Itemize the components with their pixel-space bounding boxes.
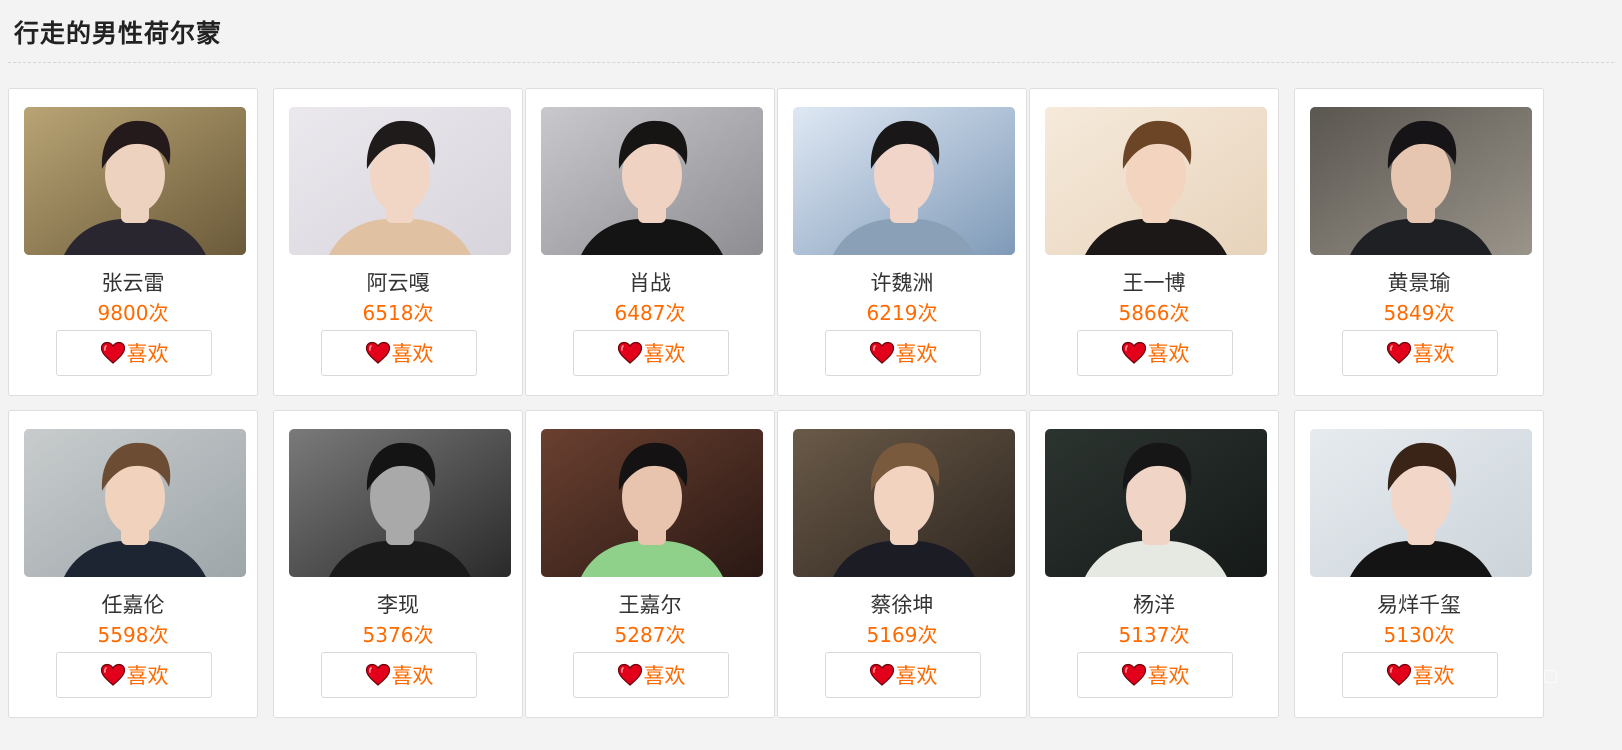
like-label: 喜欢 bbox=[1412, 664, 1455, 688]
portrait-photo[interactable] bbox=[541, 429, 763, 577]
portrait-photo[interactable] bbox=[1310, 429, 1532, 577]
celebrity-grid: 张云雷 9800次 喜欢 阿云嘎 6518次 喜欢 肖战 6487次 喜欢 许魏洲 6219次 喜欢王… bbox=[8, 88, 1596, 750]
like-label: 喜欢 bbox=[391, 342, 434, 366]
celebrity-name: 许魏洲 bbox=[870, 271, 934, 295]
like-label: 喜欢 bbox=[391, 664, 434, 688]
heart-icon bbox=[1121, 341, 1147, 365]
like-count: 5287次 bbox=[614, 623, 686, 647]
celebrity-card: 杨洋 5137次喜欢 bbox=[1029, 410, 1279, 718]
like-label: 喜欢 bbox=[1412, 342, 1455, 366]
title-divider bbox=[8, 62, 1614, 63]
celebrity-name: 阿云嘎 bbox=[366, 271, 430, 295]
celebrity-name: 肖战 bbox=[629, 271, 671, 295]
like-count: 5598次 bbox=[97, 623, 169, 647]
celebrity-card: 许魏洲 6219次喜欢 bbox=[777, 88, 1027, 396]
watermark: ◎ ▢ ▢ ▢ ▢ bbox=[1458, 666, 1559, 686]
like-button[interactable]: 喜欢 bbox=[1077, 330, 1233, 376]
heart-icon bbox=[365, 341, 391, 365]
like-label: 喜欢 bbox=[126, 664, 169, 688]
like-count: 5866次 bbox=[1118, 301, 1190, 325]
page-title: 行走的男性荷尔蒙 bbox=[14, 19, 223, 48]
heart-icon bbox=[100, 341, 126, 365]
like-label: 喜欢 bbox=[643, 342, 686, 366]
like-label: 喜欢 bbox=[1147, 664, 1190, 688]
portrait-photo[interactable] bbox=[24, 107, 246, 255]
celebrity-name: 杨洋 bbox=[1133, 593, 1175, 617]
heart-icon bbox=[365, 663, 391, 687]
portrait-photo[interactable] bbox=[541, 107, 763, 255]
portrait-photo[interactable] bbox=[793, 107, 1015, 255]
like-count: 6487次 bbox=[614, 301, 686, 325]
like-button[interactable]: 喜欢 bbox=[321, 652, 477, 698]
celebrity-name: 任嘉伦 bbox=[101, 593, 165, 617]
like-count: 5137次 bbox=[1118, 623, 1190, 647]
like-count: 9800次 bbox=[97, 301, 169, 325]
like-label: 喜欢 bbox=[126, 342, 169, 366]
heart-icon bbox=[617, 341, 643, 365]
celebrity-card: 肖战 6487次喜欢 bbox=[525, 88, 775, 396]
heart-icon bbox=[1386, 341, 1412, 365]
celebrity-card: 阿云嘎 6518次喜欢 bbox=[273, 88, 523, 396]
heart-icon bbox=[869, 663, 895, 687]
celebrity-name: 王一博 bbox=[1122, 271, 1186, 295]
heart-icon bbox=[869, 341, 895, 365]
celebrity-name: 黄景瑜 bbox=[1387, 271, 1451, 295]
like-count: 5849次 bbox=[1383, 301, 1455, 325]
celebrity-card: 王一博 5866次喜欢 bbox=[1029, 88, 1279, 396]
like-button[interactable]: 喜欢 bbox=[825, 330, 981, 376]
portrait-photo[interactable] bbox=[24, 429, 246, 577]
like-button[interactable]: 喜欢 bbox=[1342, 330, 1498, 376]
like-button[interactable]: 喜欢 bbox=[321, 330, 477, 376]
portrait-photo[interactable] bbox=[1045, 429, 1267, 577]
like-label: 喜欢 bbox=[1147, 342, 1190, 366]
celebrity-card: 任嘉伦 5598次喜欢 bbox=[8, 410, 258, 718]
portrait-photo[interactable] bbox=[289, 429, 511, 577]
portrait-photo[interactable] bbox=[1045, 107, 1267, 255]
portrait-photo[interactable] bbox=[1310, 107, 1532, 255]
celebrity-name: 李现 bbox=[377, 593, 419, 617]
like-count: 5169次 bbox=[866, 623, 938, 647]
celebrity-name: 易烊千玺 bbox=[1377, 593, 1461, 617]
like-label: 喜欢 bbox=[643, 664, 686, 688]
like-button[interactable]: 喜欢 bbox=[573, 330, 729, 376]
like-label: 喜欢 bbox=[895, 664, 938, 688]
like-button[interactable]: 喜欢 bbox=[573, 652, 729, 698]
portrait-photo[interactable] bbox=[289, 107, 511, 255]
like-button[interactable]: 喜欢 bbox=[56, 652, 212, 698]
like-label: 喜欢 bbox=[895, 342, 938, 366]
like-button[interactable]: 喜欢 bbox=[56, 330, 212, 376]
celebrity-card: 王嘉尔 5287次喜欢 bbox=[525, 410, 775, 718]
celebrity-card: 张云雷 9800次喜欢 bbox=[8, 88, 258, 396]
celebrity-card: 蔡徐坤 5169次喜欢 bbox=[777, 410, 1027, 718]
celebrity-name: 蔡徐坤 bbox=[870, 593, 934, 617]
heart-icon bbox=[1386, 663, 1412, 687]
portrait-photo[interactable] bbox=[793, 429, 1015, 577]
heart-icon bbox=[100, 663, 126, 687]
like-count: 6219次 bbox=[866, 301, 938, 325]
celebrity-card: 黄景瑜 5849次喜欢 bbox=[1294, 88, 1544, 396]
like-count: 5376次 bbox=[362, 623, 434, 647]
heart-icon bbox=[617, 663, 643, 687]
like-button[interactable]: 喜欢 bbox=[825, 652, 981, 698]
like-count: 6518次 bbox=[362, 301, 434, 325]
like-count: 5130次 bbox=[1383, 623, 1455, 647]
heart-icon bbox=[1121, 663, 1147, 687]
celebrity-card: 李现 5376次喜欢 bbox=[273, 410, 523, 718]
celebrity-name: 王嘉尔 bbox=[618, 593, 682, 617]
like-button[interactable]: 喜欢 bbox=[1077, 652, 1233, 698]
celebrity-name: 张云雷 bbox=[101, 271, 165, 295]
